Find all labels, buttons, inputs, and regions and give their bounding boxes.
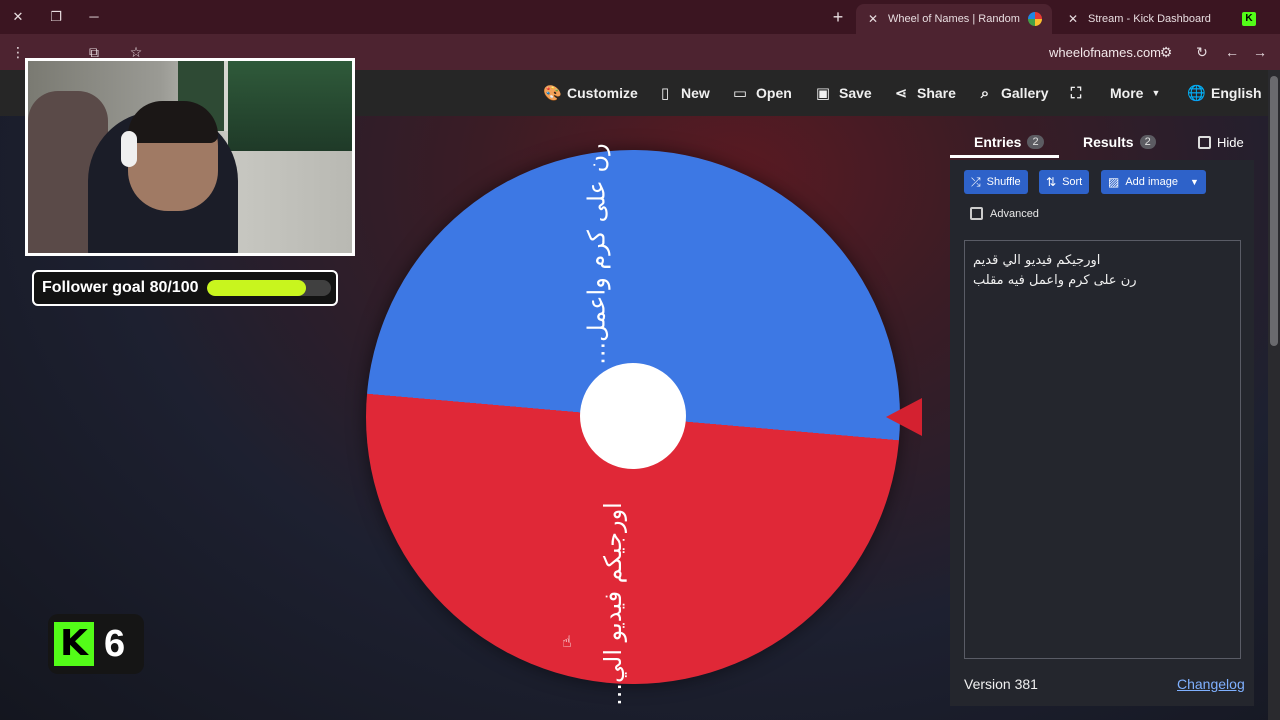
- gallery-button[interactable]: ⌕ Gallery: [977, 83, 1049, 103]
- share-icon: ⋖: [894, 85, 908, 102]
- caret-down-icon: ▼: [1151, 88, 1161, 98]
- wheel-segment-label: ...رن على كرم واعمل: [582, 143, 611, 365]
- follower-goal-widget: Follower goal 80/100: [32, 270, 338, 306]
- shuffle-label: Shuffle: [986, 176, 1021, 188]
- active-tab-underline: [950, 155, 1059, 158]
- tab-close-icon[interactable]: ✕: [1066, 12, 1080, 26]
- reload-icon[interactable]: ↻: [1192, 42, 1212, 62]
- fullscreen-button[interactable]: ⛶: [1068, 83, 1084, 103]
- save-button[interactable]: ▣ Save: [815, 83, 872, 103]
- more-menu-button[interactable]: More ▼: [1110, 83, 1160, 103]
- wheel-center-hub[interactable]: [580, 363, 686, 469]
- entries-panel: ⤮ Shuffle ⇅ Sort ▨ Add image ▼ Advanced …: [950, 160, 1254, 706]
- address-bar[interactable]: wheelofnames.com: [1049, 45, 1161, 60]
- wheel-container[interactable]: ...رن على كرم واعمل ...اورجيكم فيديو الي: [366, 143, 900, 706]
- tab-close-icon[interactable]: ✕: [866, 12, 880, 26]
- entries-count-badge: 2: [1027, 135, 1044, 149]
- customize-button[interactable]: 🎨 Customize: [543, 83, 638, 103]
- mouse-cursor-icon: ☝: [562, 634, 572, 651]
- globe-icon: 🌐: [1187, 85, 1206, 102]
- results-tab-label: Results: [1083, 134, 1134, 150]
- gallery-label: Gallery: [1001, 85, 1049, 101]
- panel-tabs: Entries 2 Results 2 Hide: [950, 126, 1250, 158]
- image-icon: ▨: [1108, 175, 1120, 189]
- palette-icon: 🎨: [543, 85, 562, 102]
- entries-textarea[interactable]: اورجيكم فيديو الي قديم رن على كرم واعمل …: [964, 240, 1241, 659]
- new-label: New: [681, 85, 710, 101]
- share-label: Share: [917, 85, 956, 101]
- search-icon: ⌕: [980, 84, 990, 102]
- share-button[interactable]: ⋖ Share: [893, 83, 956, 103]
- close-window-icon[interactable]: ✕: [8, 8, 28, 26]
- fullscreen-icon: ⛶: [1070, 84, 1082, 102]
- shuffle-button[interactable]: ⤮ Shuffle: [964, 170, 1028, 194]
- folder-open-icon: ▭: [732, 85, 748, 102]
- follower-goal-label: Follower goal 80/100: [42, 279, 199, 296]
- caret-down-icon: ▼: [1189, 177, 1199, 187]
- entries-tab-label: Entries: [974, 134, 1022, 150]
- advanced-checkbox[interactable]: Advanced: [970, 207, 1039, 220]
- sort-icon: ⇅: [1046, 175, 1057, 189]
- language-button[interactable]: 🌐 English: [1187, 83, 1262, 103]
- tab-wheel-of-names[interactable]: ✕ Wheel of Names | Random nam: [856, 4, 1052, 34]
- advanced-label: Advanced: [990, 207, 1039, 220]
- results-count-badge: 2: [1139, 135, 1156, 149]
- wheel-segment-label: ...اورجيكم فيديو الي: [598, 502, 627, 706]
- floppy-disk-icon: ▣: [815, 85, 831, 102]
- hide-checkbox[interactable]: Hide: [1198, 126, 1244, 158]
- customize-label: Customize: [567, 85, 638, 101]
- wheel-pointer-icon: [886, 398, 922, 436]
- language-label: English: [1211, 85, 1262, 101]
- scrollbar-thumb[interactable]: [1270, 76, 1278, 346]
- restore-window-icon[interactable]: ❐: [46, 8, 66, 26]
- changelog-link[interactable]: Changelog: [1177, 676, 1245, 692]
- follower-progress-fill: [206, 280, 306, 296]
- forward-arrow-icon[interactable]: →: [1250, 42, 1270, 62]
- version-label: Version 381: [964, 676, 1038, 692]
- save-label: Save: [839, 85, 872, 101]
- add-image-label: Add image: [1125, 176, 1178, 188]
- sort-label: Sort: [1062, 176, 1083, 188]
- add-image-button[interactable]: ▨ Add image ▼: [1101, 170, 1206, 194]
- tab-kick-dashboard[interactable]: ✕ Stream - Kick Dashboard K: [1056, 4, 1266, 34]
- page-scrollbar[interactable]: [1268, 70, 1280, 720]
- shuffle-icon: ⤮: [971, 174, 981, 189]
- hide-label: Hide: [1217, 134, 1244, 150]
- new-button[interactable]: ▯ New: [657, 83, 710, 103]
- kick-favicon-icon: K: [1242, 12, 1256, 26]
- back-arrow-icon[interactable]: ←: [1222, 42, 1242, 62]
- kick-logo-icon: K: [54, 622, 94, 666]
- browser-tab-bar: ✕ ❐ ─ + ✕ Wheel of Names | Random nam ✕ …: [0, 0, 1280, 34]
- wheel-favicon-icon: [1028, 12, 1042, 26]
- kick-viewer-count: 6: [104, 622, 126, 665]
- tab-results[interactable]: Results 2: [1083, 126, 1156, 158]
- hide-checkbox-box[interactable]: [1198, 135, 1211, 149]
- advanced-checkbox-box[interactable]: [970, 207, 983, 220]
- tab-entries[interactable]: Entries 2: [974, 126, 1044, 158]
- site-settings-icon[interactable]: ⚙: [1156, 42, 1176, 62]
- tab-title: Wheel of Names | Random nam: [888, 13, 1020, 25]
- open-button[interactable]: ▭ Open: [732, 83, 792, 103]
- file-icon: ▯: [660, 85, 670, 102]
- headphone-icon: [121, 131, 137, 167]
- kick-viewer-badge: K 6: [48, 614, 144, 674]
- open-label: Open: [756, 85, 792, 101]
- more-label: More: [1110, 85, 1144, 101]
- tab-title: Stream - Kick Dashboard: [1088, 13, 1211, 25]
- webcam-window: [228, 61, 352, 151]
- follower-progress-bar: [206, 280, 331, 296]
- sort-button[interactable]: ⇅ Sort: [1039, 170, 1090, 194]
- entry-line: رن على كرم واعمل فيه مقلب: [973, 273, 1137, 288]
- new-tab-icon[interactable]: +: [828, 7, 848, 27]
- webcam-hair: [128, 101, 218, 143]
- entry-line: اورجيكم فيديو الي قديم: [973, 253, 1101, 268]
- minimize-window-icon[interactable]: ─: [84, 8, 104, 26]
- webcam-overlay: [25, 58, 355, 256]
